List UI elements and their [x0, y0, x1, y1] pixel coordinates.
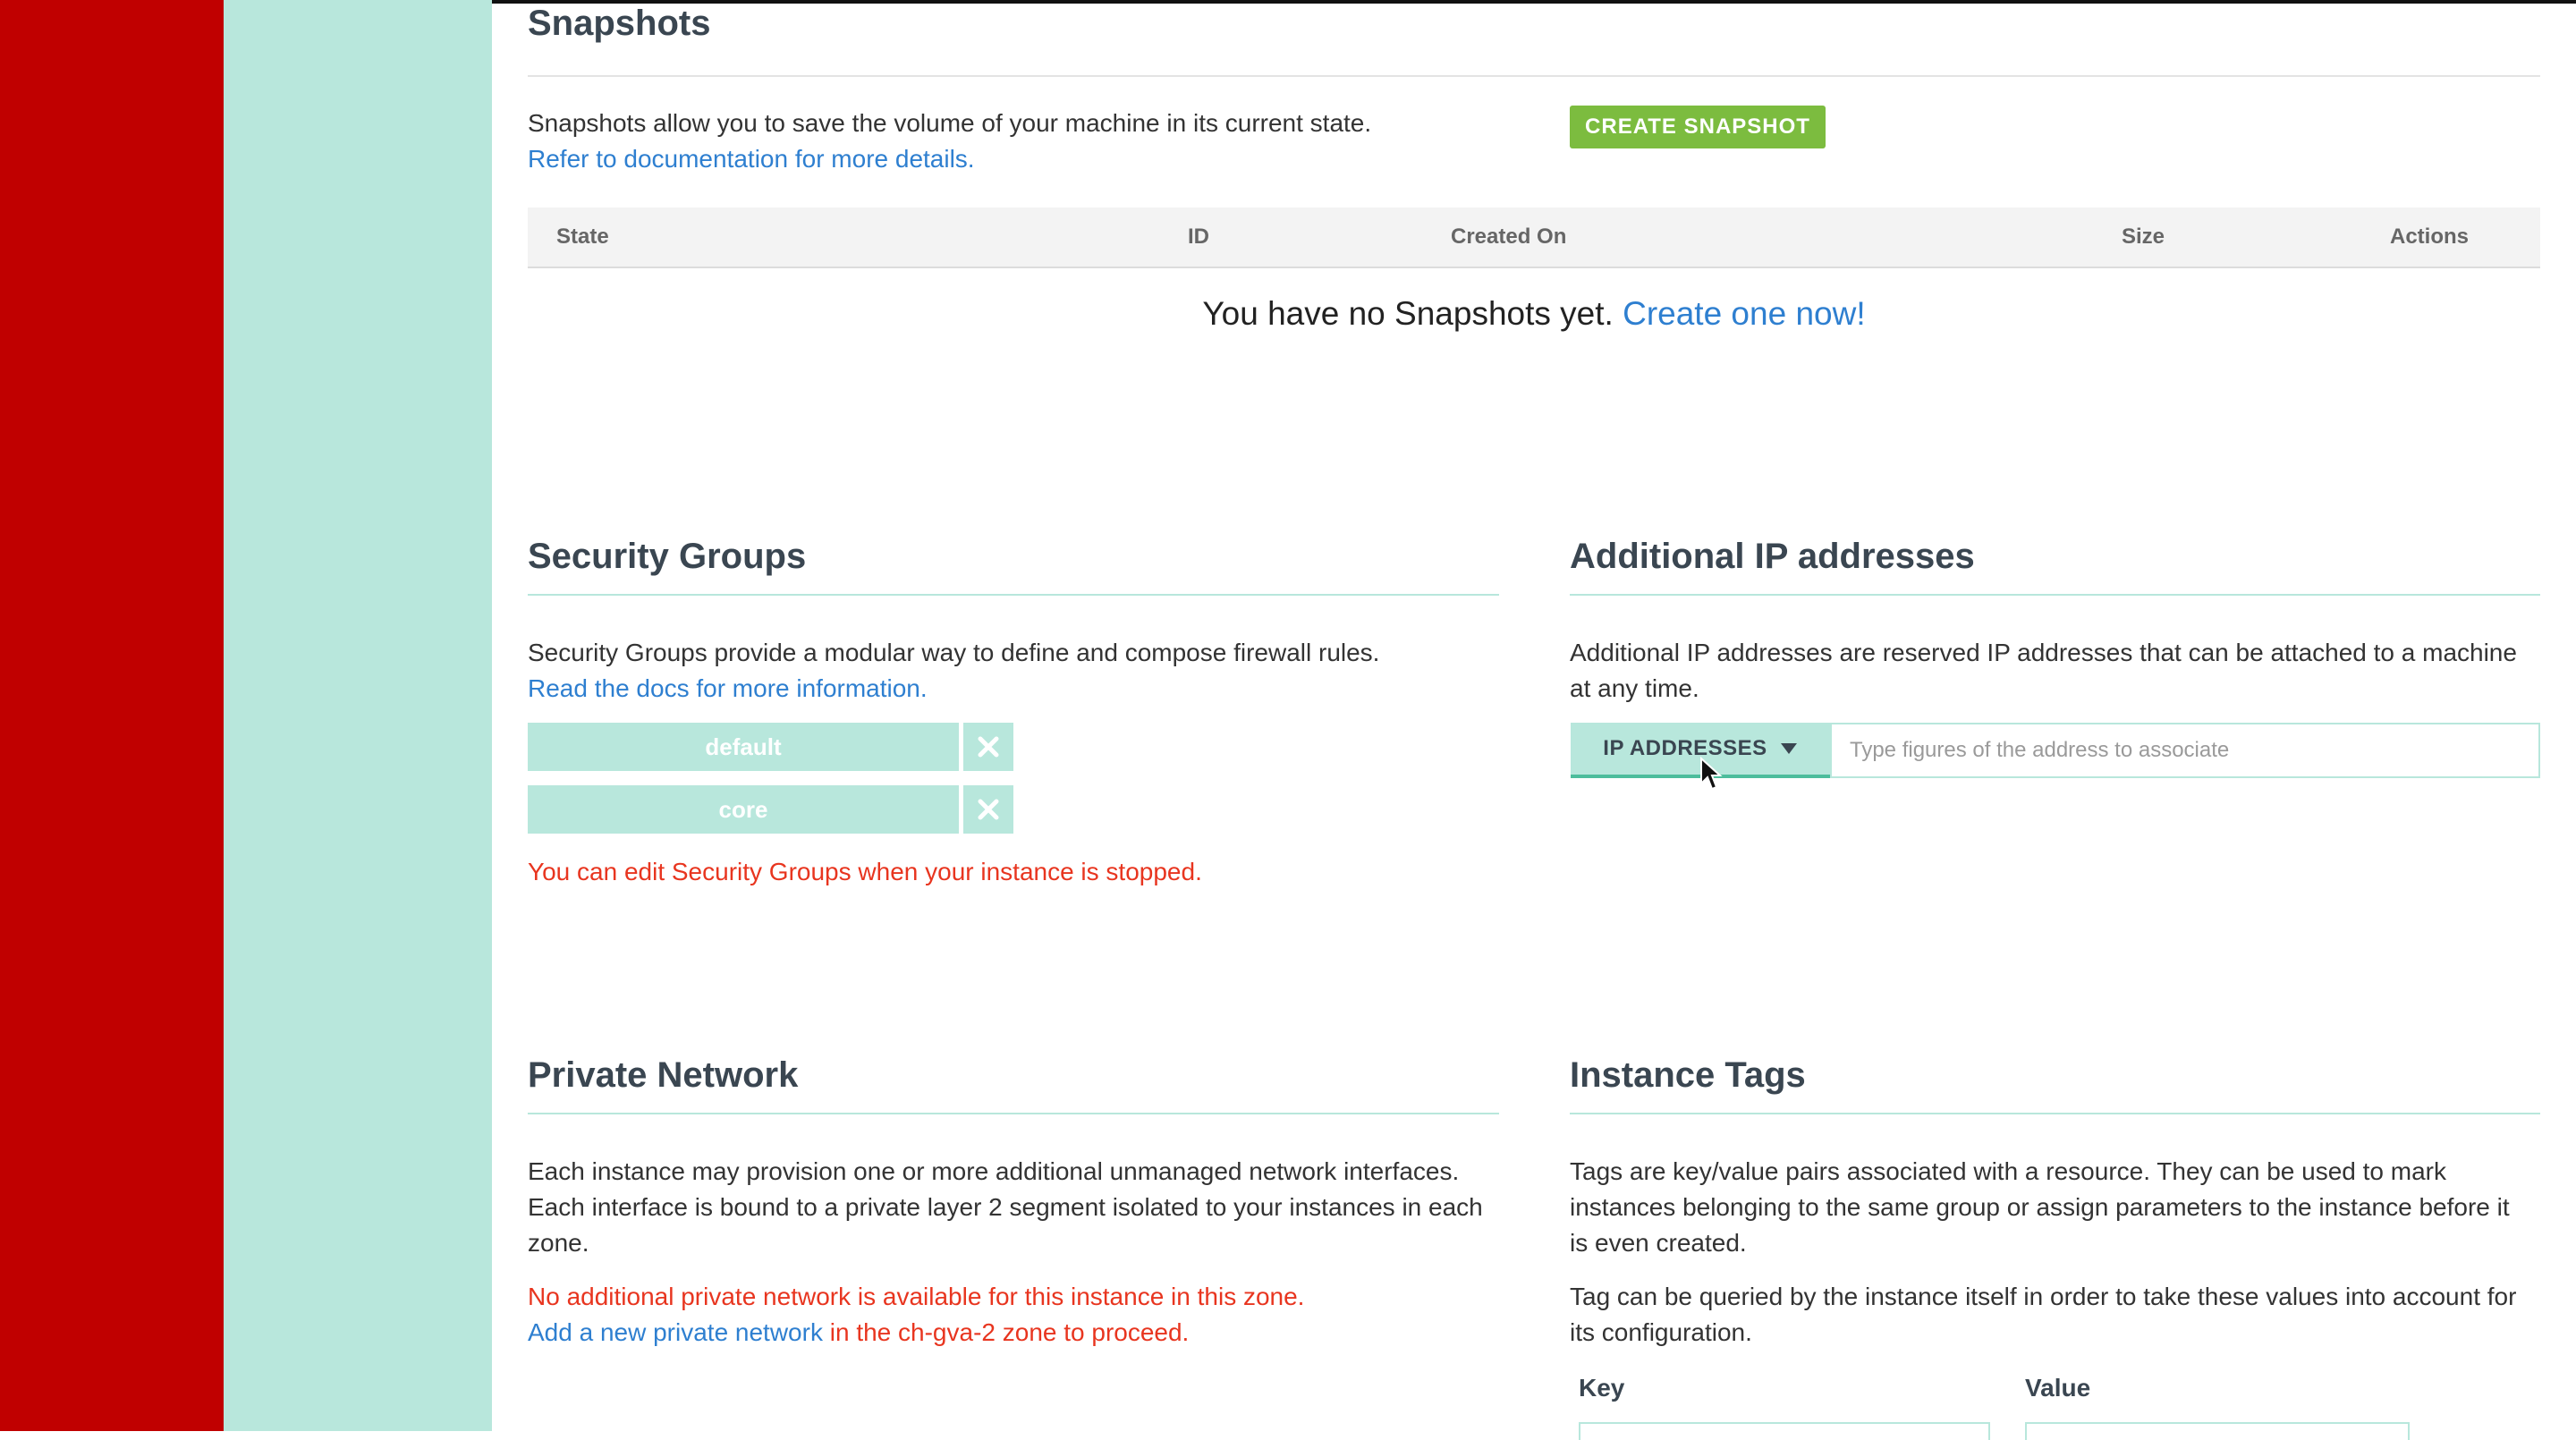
tag-key-input[interactable] [1579, 1422, 1990, 1440]
remove-group-core-button[interactable] [963, 785, 1013, 834]
main-content: Snapshots Snapshots allow you to save th… [528, 0, 2540, 1431]
snapshots-doc-link[interactable]: Refer to documentation for more details. [528, 141, 975, 177]
additional-ip-title: Additional IP addresses [1570, 537, 1975, 576]
secondary-sidebar [224, 0, 492, 1431]
add-private-network-link[interactable]: Add a new private network [528, 1318, 823, 1346]
snapshots-title: Snapshots [528, 4, 711, 43]
empty-state-text: You have no Snapshots yet. [1202, 295, 1614, 332]
security-groups-doc-link[interactable]: Read the docs for more information. [528, 671, 928, 707]
column-header-id[interactable]: ID [1188, 208, 1209, 267]
create-snapshot-link[interactable]: Create one now! [1623, 295, 1866, 332]
security-group-core: core [528, 785, 959, 834]
column-header-size[interactable]: Size [2122, 208, 2165, 267]
additional-ip-description-line-1: Additional IP addresses are reserved IP … [1570, 639, 2517, 666]
snapshots-divider [528, 75, 2540, 77]
security-groups-divider [528, 594, 1499, 596]
tag-value-input[interactable] [2025, 1422, 2410, 1440]
column-header-created-on[interactable]: Created On [1451, 208, 1566, 267]
caret-down-icon [1780, 743, 1797, 754]
additional-ip-divider [1570, 594, 2540, 596]
additional-ip-description-line-2: at any time. [1570, 674, 1699, 702]
close-icon [978, 799, 999, 820]
security-groups-description: Security Groups provide a modular way to… [528, 639, 1380, 666]
snapshots-empty-state: You have no Snapshots yet. Create one no… [528, 295, 2540, 333]
mouse-cursor-icon [1700, 757, 1723, 791]
create-snapshot-button[interactable]: CREATE SNAPSHOT [1570, 106, 1826, 148]
app-sidebar [0, 0, 224, 1431]
security-groups-warning: You can edit Security Groups when your i… [528, 858, 1202, 885]
security-groups-title: Security Groups [528, 537, 807, 576]
remove-group-default-button[interactable] [963, 723, 1013, 771]
column-header-actions: Actions [2390, 224, 2470, 249]
ip-addresses-dropdown-label: IP ADDRESSES [1603, 736, 1767, 760]
security-group-default: default [528, 723, 959, 771]
close-icon [978, 736, 999, 758]
column-header-state[interactable]: State [556, 208, 609, 267]
snapshots-table-header: State ID Created On Size Actions [528, 208, 2540, 268]
snapshots-description: Snapshots allow you to save the volume o… [528, 109, 1372, 137]
ip-address-input[interactable] [1830, 723, 2540, 778]
